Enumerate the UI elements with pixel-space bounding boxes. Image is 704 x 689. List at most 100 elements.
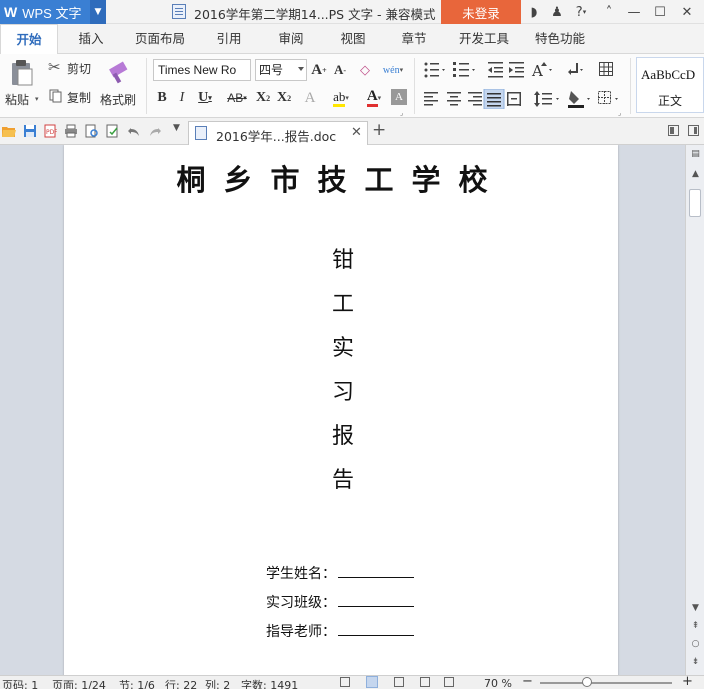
numbering-icon[interactable] (453, 62, 475, 77)
web-view-icon[interactable] (420, 677, 430, 687)
style-normal[interactable]: AaBbCcD 正文 (636, 57, 704, 113)
tab-view[interactable]: 视图 (330, 24, 376, 54)
word-count-status[interactable]: 字数: 1491 (241, 677, 298, 689)
page-view-icon[interactable] (366, 676, 378, 688)
italic-icon[interactable]: I (174, 88, 190, 108)
document-tab-label: 2016学年...报告.doc (216, 129, 337, 144)
align-right-icon[interactable] (468, 92, 482, 106)
bold-icon[interactable]: B (154, 88, 170, 108)
underline-icon[interactable]: U ▾ (194, 88, 216, 108)
zoom-in-icon[interactable]: + (682, 676, 693, 689)
table-icon[interactable] (599, 62, 613, 76)
cut-button[interactable]: ✂ 剪切 (48, 58, 96, 77)
tab-review[interactable]: 审阅 (268, 24, 314, 54)
grow-font-icon[interactable]: A + (310, 60, 328, 80)
shirt-icon[interactable]: ♟ (547, 2, 567, 22)
minimize-icon[interactable]: — (624, 2, 644, 22)
superscript-icon[interactable]: X2 (253, 88, 273, 108)
justify-icon[interactable] (483, 89, 505, 109)
format-painter-button[interactable]: 格式刷 (98, 57, 140, 113)
paste-button[interactable]: 粘贴 ▾ (4, 57, 42, 113)
distribute-icon[interactable] (507, 92, 521, 106)
split-view-icon[interactable]: ▤ (690, 149, 701, 160)
outline-view-icon[interactable] (394, 677, 404, 687)
font-name-select[interactable]: Times New Ro (153, 59, 251, 81)
bullets-icon[interactable] (424, 62, 446, 78)
app-menu-button[interactable]: W WPS 文字 (0, 0, 90, 24)
cut-label: 剪切 (67, 62, 92, 76)
paragraph-align-row (424, 89, 618, 109)
previous-page-icon[interactable]: ⇞ (690, 621, 701, 632)
tab-list-icon[interactable] (668, 125, 680, 137)
shrink-font-icon[interactable]: A- (331, 60, 349, 80)
zoom-slider-thumb[interactable] (582, 677, 592, 687)
tab-insert[interactable]: 插入 (66, 24, 116, 54)
tab-page-layout[interactable]: 页面布局 (128, 24, 192, 54)
tab-special-features[interactable]: 特色功能 (528, 24, 592, 54)
select-browse-object-icon[interactable]: ○ (690, 639, 701, 650)
paragraph-shading-icon[interactable] (568, 91, 590, 108)
student-name-field: 学生姓名： (266, 563, 414, 583)
print-icon[interactable] (64, 124, 78, 138)
save-icon[interactable] (23, 124, 37, 138)
maximize-icon[interactable]: ☐ (650, 2, 670, 22)
reading-mode-icon[interactable] (444, 677, 454, 687)
pinyin-guide-icon[interactable]: wén ▾ (380, 60, 406, 80)
line-break-icon[interactable] (568, 63, 583, 75)
increase-indent-icon[interactable] (509, 62, 524, 78)
scrollbar-thumb[interactable] (689, 189, 701, 217)
export-pdf-icon[interactable]: PDF (43, 124, 57, 138)
close-icon[interactable]: ✕ (677, 2, 697, 22)
help-icon[interactable]: ? ▾ (570, 2, 592, 22)
vertical-scrollbar[interactable]: ▤ ▲ ▼ ⇞ ○ ⇟ (685, 145, 704, 675)
next-page-icon[interactable]: ⇟ (690, 657, 701, 668)
document-tab[interactable]: 2016学年...报告.doc ✕ (188, 121, 368, 145)
teacher-field: 指导老师： (266, 621, 414, 641)
highlight-color-icon[interactable]: ab ▾ (326, 88, 356, 108)
print-preview-icon[interactable] (85, 124, 99, 138)
full-screen-view-icon[interactable] (340, 677, 350, 687)
align-center-icon[interactable] (447, 92, 461, 106)
open-folder-icon[interactable] (2, 124, 16, 138)
new-tab-icon[interactable]: + (372, 120, 386, 140)
subscript-icon[interactable]: X2 (274, 88, 294, 108)
menu-bar: 开始 插入 页面布局 引用 审阅 视图 章节 开发工具 特色功能 (0, 24, 704, 55)
tab-references[interactable]: 引用 (206, 24, 252, 54)
decrease-indent-icon[interactable] (488, 62, 503, 78)
font-dialog-launcher-icon[interactable]: ⌟ (400, 109, 403, 117)
section-status: 节: 1/6 (119, 679, 155, 689)
spell-check-icon[interactable] (106, 124, 120, 138)
line-spacing-icon[interactable] (534, 91, 559, 107)
skin-icon[interactable]: ◗ (524, 2, 544, 22)
status-bar: 页码: 1 页面: 1/24 节: 1/6 行: 22 列: 2 字数: 149… (0, 675, 704, 689)
text-size-adjust-icon[interactable]: A (531, 62, 552, 80)
text-effect-icon[interactable]: A (300, 88, 320, 108)
align-left-icon[interactable] (424, 92, 438, 106)
redo-icon[interactable] (148, 124, 162, 138)
zoom-slider-track[interactable] (540, 682, 672, 684)
tab-chapter[interactable]: 章节 (391, 24, 437, 54)
collapse-panel-icon[interactable] (688, 125, 700, 137)
tab-developer[interactable]: 开发工具 (452, 24, 516, 54)
zoom-level[interactable]: 70 % (484, 677, 512, 689)
border-icon[interactable] (598, 91, 618, 104)
zoom-out-icon[interactable]: − (522, 676, 533, 689)
clear-format-icon[interactable]: ◇ (355, 60, 375, 80)
quick-access-dropdown-icon[interactable]: ▼ (173, 123, 180, 133)
undo-icon[interactable] (127, 124, 141, 138)
font-color-icon[interactable]: A ▾ (360, 88, 388, 108)
paragraph-dialog-launcher-icon[interactable]: ⌟ (618, 109, 621, 117)
font-size-select[interactable]: 四号 (255, 59, 307, 81)
character-shading-icon[interactable]: A (391, 89, 407, 105)
ribbon-collapse-icon[interactable]: ˄ (599, 2, 619, 22)
login-button[interactable]: 未登录 (441, 0, 521, 24)
document-workspace[interactable]: 桐乡市技工学校 钳 工 实 习 报 告 学生姓名： 实习班级： 指导老师： (0, 145, 685, 675)
app-menu-dropdown-icon[interactable]: ▼ (90, 0, 106, 24)
scroll-down-icon[interactable]: ▼ (690, 603, 701, 614)
strikethrough-icon[interactable]: AB ▾ (224, 88, 250, 108)
document-page[interactable]: 桐乡市技工学校 钳 工 实 习 报 告 学生姓名： 实习班级： 指导老师： (64, 145, 618, 675)
scroll-up-icon[interactable]: ▲ (690, 169, 701, 180)
tab-home[interactable]: 开始 (0, 24, 58, 55)
copy-button[interactable]: 复制 (48, 87, 96, 105)
close-tab-icon[interactable]: ✕ (351, 125, 362, 140)
